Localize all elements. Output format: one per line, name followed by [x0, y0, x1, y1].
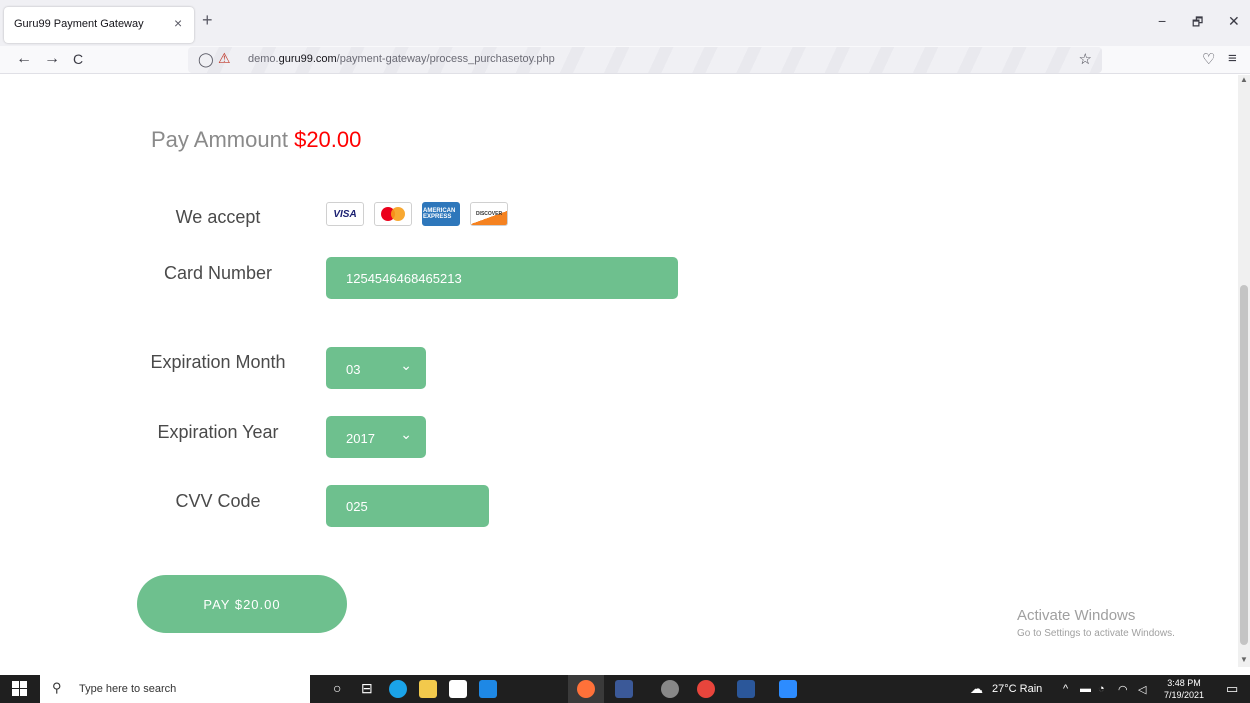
zoom-icon[interactable]: [779, 680, 797, 698]
task-view-icon[interactable]: ⊟: [361, 680, 373, 697]
expiration-year-select[interactable]: 2017 ⌄: [326, 416, 426, 458]
window-close-icon[interactable]: ✕: [1228, 13, 1240, 30]
chrome-icon[interactable]: [697, 680, 715, 698]
weather-icon[interactable]: ☁: [970, 681, 983, 697]
chevron-down-icon: ⌄: [400, 357, 412, 373]
vertical-scrollbar[interactable]: ▲ ▼: [1238, 75, 1250, 667]
url-text: demo.guru99.com/payment-gateway/process_…: [248, 53, 555, 65]
pay-button[interactable]: PAY $20.00: [137, 575, 347, 633]
settings-gear-icon[interactable]: [661, 680, 679, 698]
volume-icon[interactable]: ◁: [1138, 683, 1146, 696]
notification-icon[interactable]: ▭: [1226, 681, 1238, 697]
pay-amount-value: $20.00: [294, 127, 362, 152]
pocket-icon[interactable]: ♡: [1202, 50, 1215, 68]
forward-icon[interactable]: →: [44, 50, 60, 68]
bookmark-star-icon[interactable]: ☆: [1079, 50, 1092, 68]
we-accept-label: We accept: [175, 207, 261, 227]
battery-icon[interactable]: ▬: [1080, 683, 1091, 695]
amex-icon: AMERICAN EXPRESS: [422, 202, 460, 226]
restore-icon[interactable]: 🗗: [1192, 13, 1203, 34]
reload-icon[interactable]: C: [73, 51, 83, 67]
tab-bar: Guru99 Payment Gateway × + − 🗗 ✕: [0, 0, 1250, 46]
card-logos: VISA AMERICAN EXPRESS DISCOVER: [326, 202, 508, 226]
new-tab-icon[interactable]: +: [202, 10, 213, 31]
tab-close-icon[interactable]: ×: [174, 15, 182, 31]
taskbar-search-placeholder: Type here to search: [79, 683, 177, 695]
taskbar-clock[interactable]: 3:48 PM 7/19/2021: [1164, 677, 1204, 701]
wifi-icon[interactable]: ◠: [1118, 683, 1128, 696]
tab-title: Guru99 Payment Gateway: [14, 18, 144, 30]
search-icon: ⚲: [52, 680, 62, 695]
scroll-down-icon[interactable]: ▼: [1240, 655, 1248, 664]
back-icon[interactable]: ←: [16, 50, 32, 68]
store-icon[interactable]: [449, 680, 467, 698]
taskbar-search-box[interactable]: ⚲ Type here to search: [40, 675, 310, 703]
activate-windows-watermark: Activate Windows Go to Settings to activ…: [1017, 607, 1175, 639]
expiration-year-label: Expiration Year: [157, 422, 279, 442]
chevron-up-icon[interactable]: ^: [1063, 683, 1068, 695]
mail-icon[interactable]: [479, 680, 497, 698]
card-number-label: Card Number: [163, 263, 273, 283]
expiration-month-value: 03: [346, 362, 361, 377]
scrollbar-thumb[interactable]: [1240, 285, 1248, 645]
minimize-icon[interactable]: −: [1158, 13, 1166, 29]
card-number-field[interactable]: [326, 257, 678, 299]
permissions-icon[interactable]: ⚠: [218, 50, 231, 67]
menu-icon[interactable]: ≡: [1228, 50, 1237, 67]
mastercard-icon: [374, 202, 412, 226]
scroll-up-icon[interactable]: ▲: [1240, 75, 1248, 84]
nav-bar: ← → C ◯ ⚠ demo.guru99.com/payment-gatewa…: [0, 46, 1250, 74]
expiration-year-value: 2017: [346, 431, 375, 446]
cvv-code-label: CVV Code: [175, 491, 261, 511]
cvv-code-input[interactable]: [326, 485, 489, 527]
clock-time: 3:48 PM: [1167, 678, 1201, 688]
chevron-down-icon: ⌄: [400, 426, 412, 442]
firefox-icon[interactable]: [577, 680, 595, 698]
cvv-code-field[interactable]: [326, 485, 489, 527]
card-number-input[interactable]: [326, 257, 678, 299]
activate-windows-title: Activate Windows: [1017, 607, 1136, 624]
network-icon[interactable]: ◔: [1098, 683, 1105, 695]
activate-windows-subtitle: Go to Settings to activate Windows.: [1017, 628, 1175, 639]
shield-icon[interactable]: ◯: [198, 51, 214, 68]
windows-taskbar: ⚲ Type here to search ○ ⊟ ☁ 27°C Rain ^ …: [0, 675, 1250, 703]
app-icon[interactable]: [615, 680, 633, 698]
discover-icon: DISCOVER: [470, 202, 508, 226]
windows-start-icon[interactable]: [12, 681, 28, 697]
weather-text[interactable]: 27°C Rain: [992, 683, 1042, 695]
browser-tab[interactable]: Guru99 Payment Gateway ×: [4, 7, 194, 43]
expiration-month-select[interactable]: 03 ⌄: [326, 347, 426, 389]
file-explorer-icon[interactable]: [419, 680, 437, 698]
word-icon[interactable]: [737, 680, 755, 698]
url-bar[interactable]: ◯ ⚠ demo.guru99.com/payment-gateway/proc…: [188, 47, 1102, 73]
page-content: Pay Ammount $20.00 We accept VISA AMERIC…: [0, 75, 1238, 667]
visa-icon: VISA: [326, 202, 364, 226]
cortana-icon[interactable]: ○: [333, 680, 341, 696]
pay-amount-heading: Pay Ammount $20.00: [151, 127, 362, 152]
edge-icon[interactable]: [389, 680, 407, 698]
expiration-month-label: Expiration Month: [150, 352, 286, 372]
clock-date: 7/19/2021: [1164, 690, 1205, 700]
